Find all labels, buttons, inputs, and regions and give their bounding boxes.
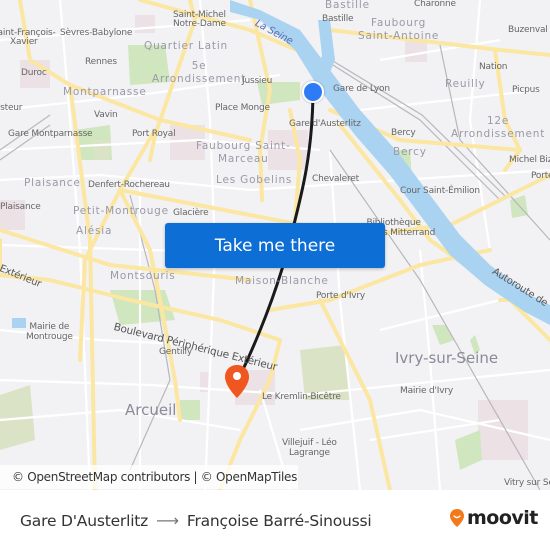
- moovit-logo[interactable]: moovit: [449, 507, 538, 529]
- label-faubourg-saint-marceau: Faubourg Saint- Marceau: [196, 140, 291, 165]
- label-buzenval: Buzenval: [508, 25, 548, 35]
- destination-pin-icon[interactable]: [224, 364, 250, 400]
- label-cour-saint-emilion: Cour Saint-Émilion: [400, 186, 480, 196]
- label-faubourg-saint-antoine: Faubourg Saint-Antoine: [358, 17, 440, 43]
- map-attribution[interactable]: © OpenStreetMap contributors | © OpenMap…: [0, 465, 298, 489]
- label-duroc: Duroc: [21, 68, 47, 78]
- route-origin: Gare D'Austerlitz: [20, 511, 149, 530]
- label-vavin: Vavin: [94, 110, 118, 120]
- route-title: Gare D'Austerlitz ⟶ Françoise Barré-Sino…: [20, 511, 372, 530]
- label-petit-montrouge: Petit-Montrouge: [73, 205, 169, 217]
- label-sevres-babylone: Sèvres-Babylone: [60, 28, 133, 38]
- label-gare-montparnasse: Gare Montparnasse: [8, 129, 93, 139]
- label-michel-bizot: Michel Bizot: [509, 155, 550, 165]
- arrow-right-icon: ⟶: [156, 511, 179, 530]
- label-chevaleret: Chevaleret: [312, 174, 359, 184]
- moovit-pin-icon: [450, 509, 464, 527]
- label-le-kremlin-bicetre: Le Kremlin-Bicêtre: [262, 392, 341, 402]
- route-destination: Françoise Barré-Sinoussi: [186, 511, 372, 530]
- label-port-royal: Port Royal: [132, 129, 176, 139]
- label-les-gobelins: Les Gobelins: [216, 174, 293, 186]
- label-alesia: Alésia: [76, 225, 113, 237]
- label-saint-michel: Saint-Michel Notre-Dame: [173, 10, 226, 29]
- label-picpus: Picpus: [512, 85, 540, 95]
- label-plaisance-district: Plaisance: [24, 177, 81, 189]
- label-mairie-d-ivry: Mairie d'Ivry: [400, 386, 453, 396]
- label-bercy: Bercy: [393, 146, 427, 158]
- origin-marker[interactable]: [302, 81, 324, 103]
- label-vitry-sur-seine: Vitry sur Seine: [504, 478, 550, 488]
- label-montsouris: Montsouris: [110, 270, 176, 282]
- take-me-there-button[interactable]: Take me there: [165, 223, 385, 268]
- label-ivry-sur-seine: Ivry-sur-Seine: [395, 349, 499, 367]
- label-glaciere: Glacière: [173, 208, 209, 218]
- footer-bar: Gare D'Austerlitz ⟶ Françoise Barré-Sino…: [0, 490, 550, 550]
- label-gare-de-lyon: Gare de Lyon: [333, 84, 390, 94]
- label-nation: Nation: [479, 62, 508, 72]
- map-view[interactable]: Saint-Michel Notre-Dame Saint-François- …: [0, 0, 550, 490]
- label-villejuif-leo-lagrange: Villejuif - Léo Lagrange: [282, 438, 337, 459]
- label-bastille-district: Bastille: [325, 0, 370, 11]
- label-reuilly: Reuilly: [445, 78, 486, 90]
- label-place-monge: Place Monge: [215, 103, 270, 113]
- label-arcueil: Arcueil: [125, 401, 177, 419]
- label-charonne: Charonne: [414, 0, 456, 9]
- label-quartier-latin: Quartier Latin: [144, 40, 228, 52]
- label-porte-doree: Porte: [531, 171, 550, 181]
- label-montparnasse: Montparnasse: [63, 86, 147, 98]
- label-maison-blanche: Maison-Blanche: [235, 275, 329, 287]
- label-bastille: Bastille: [322, 14, 354, 24]
- label-jussieu: Jussieu: [242, 76, 273, 86]
- brand-name: moovit: [467, 507, 538, 529]
- label-5e-arrondissement: 5e Arrondissement: [152, 60, 247, 85]
- label-plaisance: Plaisance: [0, 202, 41, 212]
- label-denfert-rochereau: Denfert-Rochereau: [88, 180, 170, 190]
- label-12e-arrondissement: 12e Arrondissement: [451, 115, 546, 140]
- label-gentilly: Gentilly: [159, 347, 192, 357]
- pond: [12, 318, 26, 328]
- label-rennes: Rennes: [85, 57, 117, 67]
- label-porte-d-ivry: Porte d'Ivry: [316, 291, 366, 301]
- label-mairie-de-montrouge: Mairie de Montrouge: [26, 322, 73, 343]
- label-gare-austerlitz: Gare d'Austerlitz: [289, 119, 361, 129]
- label-pasteur: Pasteur: [0, 103, 23, 113]
- label-saint-francois: Saint-François- Xavier: [0, 28, 56, 47]
- label-bercy-station: Bercy: [391, 128, 416, 138]
